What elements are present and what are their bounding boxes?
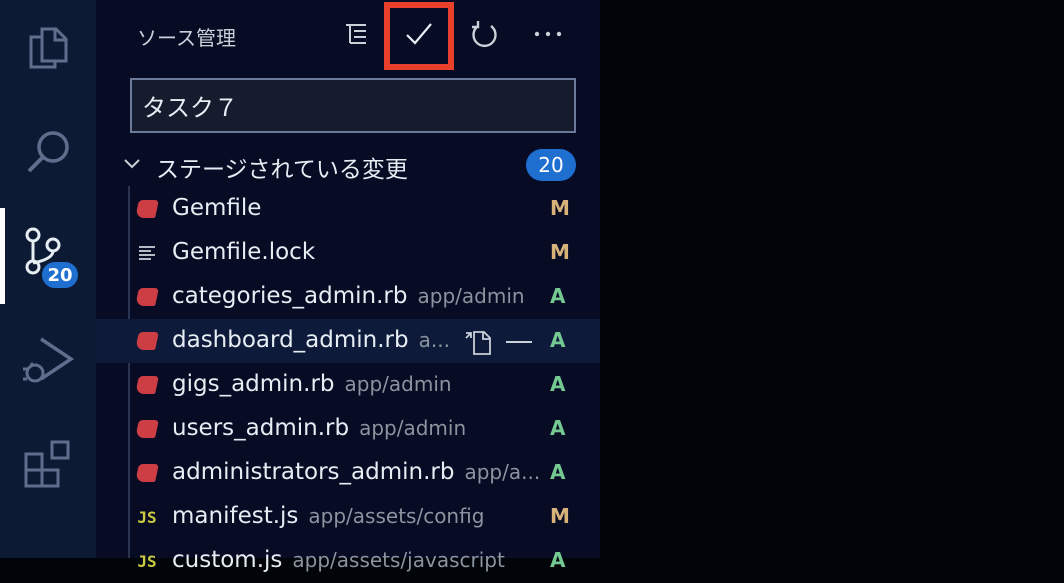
- search-icon: [27, 131, 69, 173]
- file-path: a...: [418, 328, 450, 352]
- ruby-file-icon: [135, 330, 159, 352]
- file-row[interactable]: JS manifest.js app/assets/config M: [96, 495, 600, 539]
- unstage-minus-icon[interactable]: [504, 328, 534, 356]
- file-status-added: A: [550, 416, 566, 440]
- ruby-file-icon: [135, 418, 159, 440]
- file-path: app/admin: [417, 284, 525, 308]
- more-actions-icon: [534, 31, 562, 37]
- activity-explorer[interactable]: [0, 0, 96, 96]
- file-row[interactable]: administrators_admin.rb app/a... A: [96, 451, 600, 495]
- view-as-tree-icon: [346, 24, 366, 44]
- js-file-icon: JS: [137, 551, 157, 571]
- view-as-tree-button[interactable]: [332, 10, 380, 58]
- file-path: app/admin: [359, 416, 467, 440]
- refresh-button[interactable]: [460, 10, 508, 58]
- panel-title: ソース管理: [137, 26, 236, 50]
- file-status-added: A: [550, 328, 566, 352]
- activity-extensions[interactable]: [0, 416, 96, 512]
- file-status-added: A: [550, 548, 566, 572]
- file-row-hovered[interactable]: dashboard_admin.rb a... A: [96, 319, 600, 363]
- file-row[interactable]: categories_admin.rb app/admin A: [96, 275, 600, 319]
- staged-changes-label: ステージされている変更: [156, 157, 408, 183]
- file-name: custom.js: [172, 547, 283, 573]
- file-status-modified: M: [550, 504, 570, 528]
- file-path: app/assets/javascript: [292, 548, 505, 572]
- file-status-added: A: [550, 372, 566, 396]
- row-actions: [464, 328, 534, 356]
- files-icon: [29, 27, 68, 69]
- file-path: app/admin: [344, 372, 452, 396]
- ruby-file-icon: [135, 462, 159, 484]
- extensions-icon: [24, 440, 70, 488]
- file-name: Gemfile.lock: [172, 239, 316, 265]
- file-status-modified: M: [550, 196, 570, 220]
- chevron-down-icon: [124, 159, 140, 169]
- file-row[interactable]: users_admin.rb app/admin A: [96, 407, 600, 451]
- open-file-icon[interactable]: [464, 328, 494, 356]
- file-name: users_admin.rb: [172, 415, 350, 441]
- run-debug-icon: [23, 337, 75, 383]
- file-status-added: A: [550, 460, 566, 484]
- commit-message-input[interactable]: [130, 78, 576, 133]
- file-status-added: A: [550, 284, 566, 308]
- file-name: gigs_admin.rb: [172, 371, 335, 397]
- file-name: dashboard_admin.rb: [172, 327, 409, 353]
- file-name: manifest.js: [172, 503, 299, 529]
- file-row[interactable]: Gemfile M: [96, 187, 600, 231]
- file-name: Gemfile: [172, 195, 262, 221]
- staged-changes-count-badge: 20: [526, 149, 576, 181]
- refresh-icon: [472, 21, 497, 48]
- activity-search[interactable]: [0, 104, 96, 200]
- source-control-panel: ソース管理 タスク７ ステージされている変更 20 Gemfile M Gemf…: [96, 0, 600, 573]
- file-path: app/assets/config: [308, 504, 485, 528]
- source-control-badge: 20: [40, 260, 80, 290]
- ruby-file-icon: [135, 286, 159, 308]
- file-row[interactable]: Gemfile.lock M: [96, 231, 600, 275]
- file-name: categories_admin.rb: [172, 283, 408, 309]
- highlight-box: [384, 2, 454, 70]
- staged-changes-header[interactable]: ステージされている変更 20: [96, 146, 600, 184]
- ruby-file-icon: [135, 374, 159, 396]
- lines-file-icon: [136, 242, 158, 264]
- activity-bar: 20: [0, 0, 96, 558]
- file-row[interactable]: JS custom.js app/assets/javascript A: [96, 539, 600, 583]
- file-row[interactable]: gigs_admin.rb app/admin A: [96, 363, 600, 407]
- activity-source-control[interactable]: 20: [0, 208, 96, 304]
- editor-area: [600, 0, 1064, 558]
- js-file-icon: JS: [137, 507, 157, 527]
- file-status-modified: M: [550, 240, 570, 264]
- file-path: app/a...: [464, 460, 541, 484]
- staged-file-list: Gemfile M Gemfile.lock M categories_admi…: [96, 187, 600, 583]
- activity-run-debug[interactable]: [0, 312, 96, 408]
- ruby-file-icon: [135, 198, 159, 220]
- file-name: administrators_admin.rb: [172, 459, 455, 485]
- more-actions-button[interactable]: [524, 10, 572, 58]
